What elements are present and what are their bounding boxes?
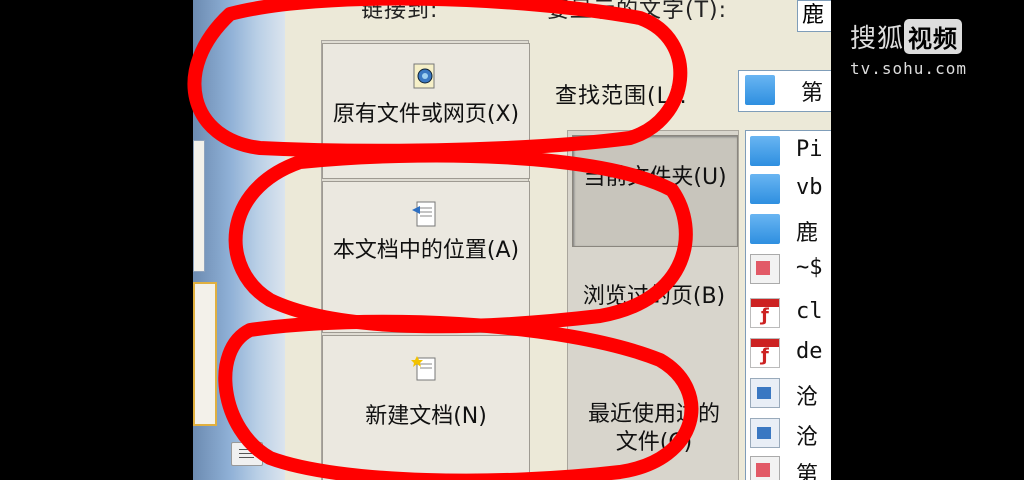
sohu-watermark: 搜狐 视频 tv.sohu.com bbox=[850, 18, 967, 78]
globe-file-icon bbox=[413, 63, 435, 89]
nav-label: 浏览过的页(B) bbox=[582, 284, 726, 309]
nav-current-folder[interactable]: 当前文件夹(U) bbox=[572, 135, 738, 247]
app-file-icon bbox=[750, 418, 780, 448]
display-text-label: 要显示的文字(T): bbox=[547, 0, 728, 23]
file-row[interactable]: Pi bbox=[746, 133, 831, 169]
folder-icon bbox=[750, 136, 780, 166]
file-name: Pi bbox=[796, 137, 823, 162]
watermark-url: tv.sohu.com bbox=[850, 59, 967, 78]
slide-thumbnail[interactable] bbox=[193, 282, 217, 426]
document-place-icon bbox=[412, 201, 436, 227]
nav-recent-files[interactable]: 最近使用过的文件(C) bbox=[572, 381, 736, 480]
folder-icon bbox=[745, 75, 775, 105]
flash-file-icon bbox=[750, 298, 780, 328]
file-row[interactable]: de bbox=[746, 335, 831, 371]
link-to-panel: 原有文件或网页(X) 本文档中的位置(A) 新建文档(N) bbox=[321, 40, 530, 480]
flash-file-icon bbox=[750, 338, 780, 368]
file-name: 鹿 bbox=[796, 221, 819, 246]
search-in-value: 第 bbox=[801, 81, 824, 106]
file-name: vb bbox=[796, 175, 823, 200]
view-toggle-button[interactable] bbox=[231, 442, 263, 466]
file-list[interactable]: Pi vb 鹿 ~$ cl de 沧 沧 第 bbox=[745, 130, 831, 480]
file-row[interactable]: 鹿 bbox=[746, 211, 831, 247]
search-in-combo[interactable]: 第 bbox=[738, 70, 831, 112]
display-text-input[interactable]: 鹿 bbox=[797, 0, 831, 32]
document-icon bbox=[750, 456, 780, 480]
watermark-brand: 搜狐 视频 bbox=[850, 18, 967, 55]
link-option-new-document[interactable]: 新建文档(N) bbox=[322, 335, 530, 480]
new-document-icon bbox=[411, 356, 436, 381]
browse-nav-panel: 当前文件夹(U) 浏览过的页(B) 最近使用过的文件(C) bbox=[567, 130, 739, 480]
link-option-label: 本文档中的位置(A) bbox=[332, 238, 520, 263]
document-icon bbox=[750, 254, 780, 284]
link-to-label: 链接到: bbox=[361, 0, 439, 23]
display-text-value: 鹿 bbox=[802, 3, 825, 28]
file-name: 沧 bbox=[796, 385, 819, 410]
folder-icon bbox=[750, 174, 780, 204]
slide-thumbnail[interactable] bbox=[193, 140, 205, 272]
file-name: de bbox=[796, 339, 823, 364]
watermark-brand-text: 搜狐 bbox=[850, 24, 905, 54]
file-name: 沧 bbox=[796, 425, 819, 450]
link-option-label: 新建文档(N) bbox=[365, 404, 487, 429]
search-in-label: 查找范围(L): bbox=[555, 84, 688, 109]
nav-label: 当前文件夹(U) bbox=[583, 165, 727, 190]
file-row[interactable]: vb bbox=[746, 171, 831, 207]
file-name: 第 bbox=[796, 463, 819, 480]
screen-recording-frame: 链接到: 要显示的文字(T): 鹿 原有文件或网页(X) 本文档中的位置(A) … bbox=[193, 0, 831, 480]
insert-hyperlink-dialog: 链接到: 要显示的文字(T): 鹿 原有文件或网页(X) 本文档中的位置(A) … bbox=[285, 0, 831, 480]
file-name: cl bbox=[796, 299, 823, 324]
nav-browsed-pages[interactable]: 浏览过的页(B) bbox=[572, 261, 736, 371]
file-row[interactable]: 沧 bbox=[746, 415, 831, 451]
file-row[interactable]: ~$ bbox=[746, 251, 831, 287]
app-file-icon bbox=[750, 378, 780, 408]
watermark-video-badge: 视频 bbox=[904, 19, 963, 54]
folder-icon bbox=[750, 214, 780, 244]
link-option-label: 原有文件或网页(X) bbox=[332, 102, 520, 127]
link-option-place-in-document[interactable]: 本文档中的位置(A) bbox=[322, 181, 530, 333]
nav-label: 最近使用过的文件(C) bbox=[587, 402, 720, 455]
link-option-existing-file[interactable]: 原有文件或网页(X) bbox=[322, 43, 530, 179]
file-row[interactable]: 沧 bbox=[746, 375, 831, 411]
file-name: ~$ bbox=[796, 255, 823, 280]
file-row[interactable]: cl bbox=[746, 295, 831, 331]
file-row[interactable]: 第 bbox=[746, 453, 831, 480]
slide-thumbnail-strip bbox=[193, 0, 285, 480]
